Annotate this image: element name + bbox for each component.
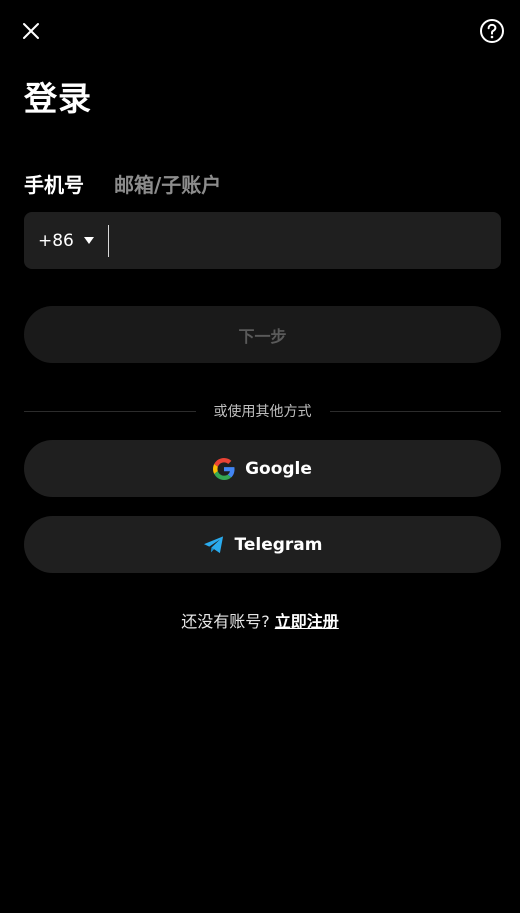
telegram-icon (203, 534, 225, 556)
divider-line-right (329, 410, 501, 412)
close-button[interactable] (16, 16, 46, 46)
caret-down-icon (83, 237, 94, 244)
top-bar (0, 14, 520, 48)
country-code-value: +86 (38, 230, 74, 251)
question-circle-icon (480, 19, 504, 43)
telegram-login-button[interactable]: Telegram (24, 516, 501, 573)
signup-row: 还没有账号? 立即注册 (0, 610, 520, 634)
divider-line-left (24, 410, 196, 412)
close-icon (23, 23, 39, 39)
google-icon (213, 457, 235, 480)
tab-phone[interactable]: 手机号 (24, 170, 84, 200)
google-label: Google (245, 458, 312, 479)
divider-label: 或使用其他方式 (213, 404, 312, 420)
phone-field: +86 (24, 212, 501, 269)
country-code-selector[interactable]: +86 (24, 212, 94, 269)
signup-prompt: 还没有账号? (181, 612, 270, 631)
login-page: 登录 手机号 邮箱/子账户 +86 下一步 或使用其他方式 Google Tel… (0, 0, 520, 913)
tab-email-subaccount[interactable]: 邮箱/子账户 (114, 170, 221, 200)
other-methods-divider: 或使用其他方式 (24, 400, 501, 422)
help-button[interactable] (477, 16, 507, 46)
login-method-tabs: 手机号 邮箱/子账户 (24, 170, 221, 200)
next-button-label: 下一步 (238, 326, 287, 346)
google-login-button[interactable]: Google (24, 440, 501, 497)
phone-input[interactable] (108, 212, 501, 269)
signup-link[interactable]: 立即注册 (275, 612, 339, 631)
telegram-label: Telegram (234, 534, 323, 555)
next-button[interactable]: 下一步 (24, 306, 501, 363)
page-title: 登录 (24, 79, 92, 118)
